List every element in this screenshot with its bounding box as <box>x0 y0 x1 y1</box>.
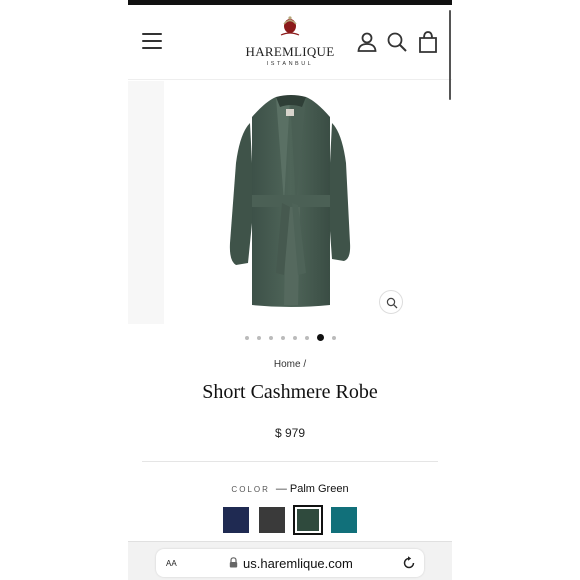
brand-logo[interactable]: HAREMLIQUE ISTANBUL <box>240 15 340 67</box>
gallery-dot[interactable] <box>292 335 297 340</box>
lock-icon <box>229 557 238 568</box>
brand-subtitle: ISTANBUL <box>266 61 314 67</box>
browser-address-bar: AA us.haremlique.com <box>128 541 452 580</box>
gallery-dot[interactable] <box>280 335 285 340</box>
previous-image-peek[interactable] <box>128 81 164 324</box>
gallery-dot[interactable] <box>256 335 261 340</box>
color-dash: — <box>275 483 287 495</box>
color-swatch-charcoal[interactable] <box>257 505 287 535</box>
swatch-fill <box>223 507 249 533</box>
color-swatch-teal[interactable] <box>329 505 359 535</box>
gallery-dot[interactable] <box>331 335 336 340</box>
url-text[interactable]: us.haremlique.com <box>243 556 353 571</box>
brand-emblem-icon <box>280 16 300 36</box>
breadcrumb-separator: / <box>303 359 307 370</box>
color-label: COLOR <box>231 485 270 494</box>
color-selector-label: COLOR — Palm Green <box>128 483 452 495</box>
gallery-dot[interactable] <box>304 335 309 340</box>
swatch-fill <box>331 507 357 533</box>
color-swatch-palm-green[interactable] <box>293 505 323 535</box>
divider <box>142 461 438 462</box>
color-swatch-navy[interactable] <box>221 505 251 535</box>
phone-screen: HAREMLIQUE ISTANBUL Home / Short Cashmer… <box>128 0 452 580</box>
shopping-bag-icon[interactable] <box>417 31 439 53</box>
product-image[interactable] <box>226 93 356 311</box>
product-price: $ 979 <box>274 426 306 440</box>
zoom-button[interactable] <box>379 290 403 314</box>
gallery-dot[interactable] <box>268 335 273 340</box>
swatch-fill <box>297 509 319 531</box>
selected-color-name: Palm Green <box>289 483 349 495</box>
text-size-button[interactable]: AA <box>166 557 177 569</box>
gallery-pagination[interactable] <box>128 334 452 341</box>
color-swatches <box>221 505 361 535</box>
text-size-label: AA <box>166 559 177 568</box>
product-title: Short Cashmere Robe <box>202 381 378 403</box>
swatch-fill <box>259 507 285 533</box>
site-header: HAREMLIQUE ISTANBUL <box>128 5 452 80</box>
brand-name: HAREMLIQUE <box>245 44 335 59</box>
gallery-dot[interactable] <box>244 335 249 340</box>
breadcrumb: Home / <box>128 359 452 370</box>
user-icon[interactable] <box>356 31 378 53</box>
hamburger-menu-icon[interactable] <box>142 33 162 49</box>
gallery-dot[interactable] <box>316 334 324 341</box>
product-gallery[interactable] <box>128 81 452 326</box>
zoom-icon <box>386 297 398 309</box>
breadcrumb-home-link[interactable]: Home <box>274 359 301 370</box>
reload-icon[interactable] <box>402 556 416 570</box>
search-icon[interactable] <box>386 31 408 53</box>
